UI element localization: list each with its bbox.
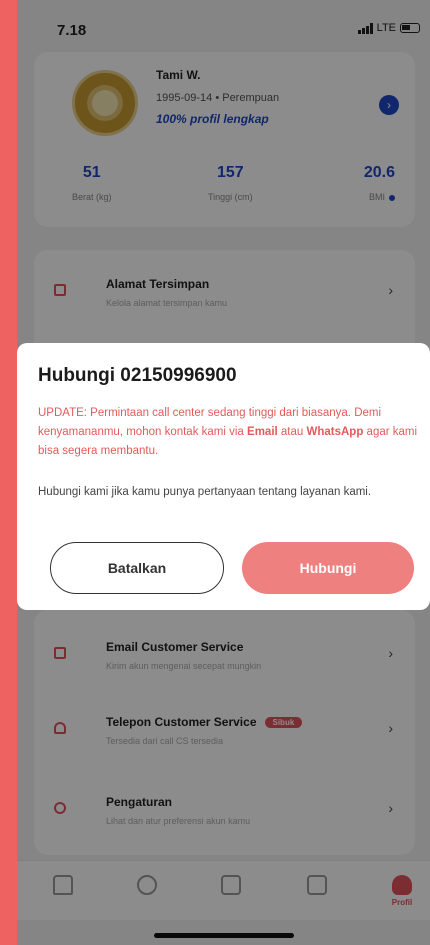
call-button[interactable]: Hubungi [242,542,414,594]
dialog-title: Hubungi 02150996900 [38,365,237,386]
email-link[interactable]: Email [247,426,278,438]
whatsapp-link[interactable]: WhatsApp [307,426,364,438]
dialog-description: Hubungi kami jika kamu punya pertanyaan … [38,486,372,498]
dialog-warning: UPDATE: Permintaan call center sedang ti… [38,404,418,461]
warning-text-mid: atau [277,426,307,438]
call-dialog: Hubungi 02150996900 UPDATE: Permintaan c… [17,343,430,610]
cancel-button[interactable]: Batalkan [50,542,224,594]
